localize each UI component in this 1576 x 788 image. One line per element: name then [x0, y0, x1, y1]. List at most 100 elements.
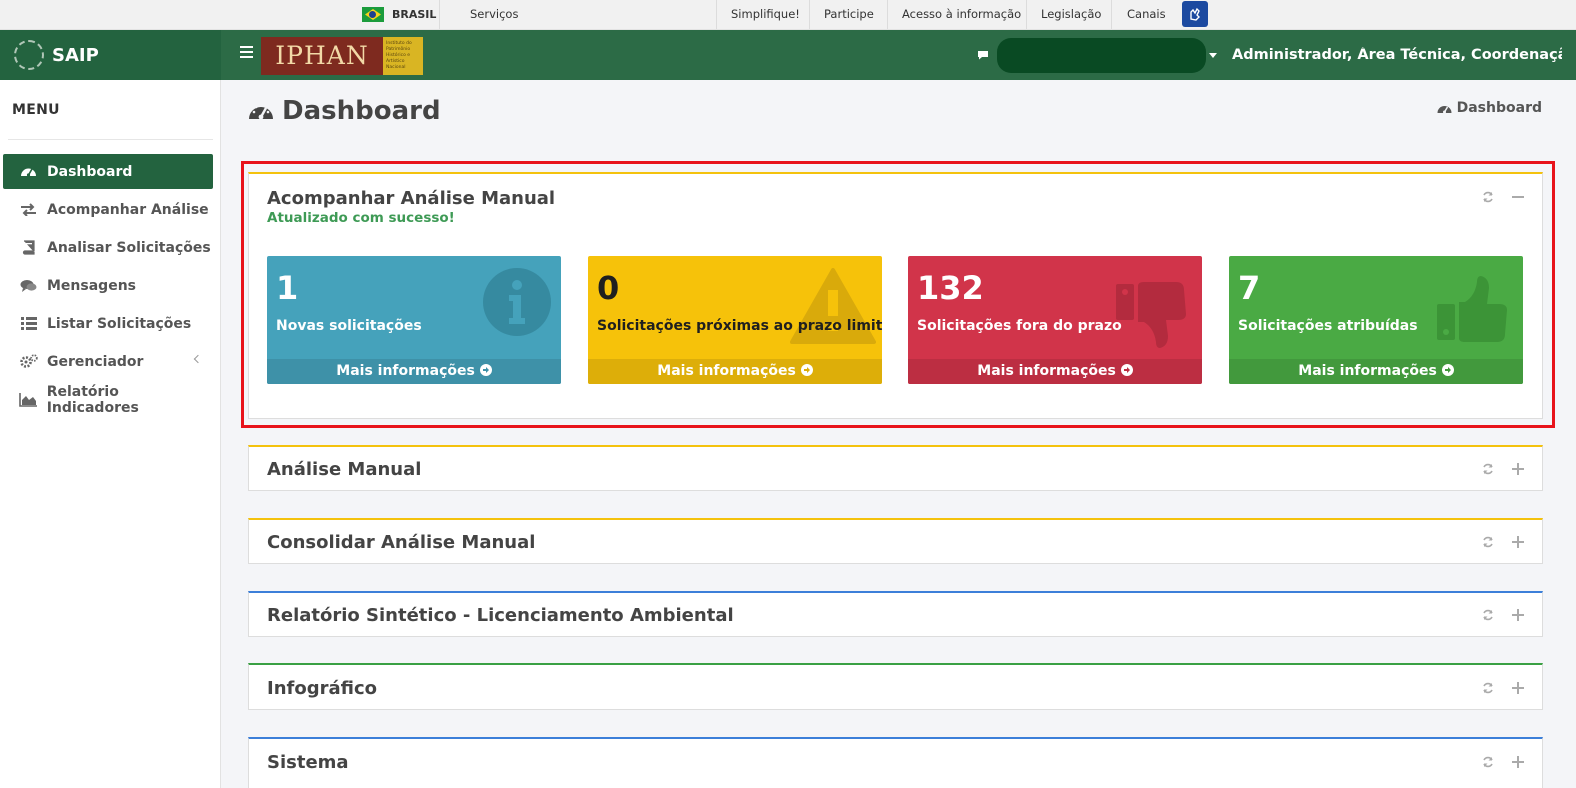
refresh-icon[interactable] [1482, 463, 1494, 475]
sidebar-item-label: Gerenciador [47, 353, 144, 370]
chevron-left-icon[interactable] [193, 354, 203, 364]
refresh-icon[interactable] [1482, 682, 1494, 694]
menu-divider [8, 139, 213, 140]
sidebar-item-acompanhar[interactable]: Acompanhar Análise [3, 192, 213, 227]
caret-down-icon[interactable] [1209, 53, 1217, 58]
sidebar-item-mensagens[interactable]: Mensagens [3, 268, 213, 303]
app-logo[interactable]: SAIP [0, 30, 221, 80]
sidebar-item-label: Mensagens [47, 277, 136, 294]
more-info-label: Mais informações [657, 363, 796, 379]
sidebar-item-label: Dashboard [47, 163, 133, 180]
refresh-icon[interactable] [1482, 756, 1494, 768]
sidebar-item-analisar[interactable]: Analisar Solicitações [3, 230, 213, 265]
menu-title: MENU [12, 102, 60, 118]
sidebar-item-relatorio[interactable]: Relatório Indicadores [3, 382, 213, 417]
divider [809, 0, 810, 29]
stat-box-novas[interactable]: 1 Novas solicitações Mais informações [267, 256, 561, 384]
sign-language-icon[interactable] [1182, 1, 1208, 27]
sidebar-item-label: Relatório Indicadores [46, 383, 139, 416]
collapse-icon[interactable] [1512, 191, 1524, 203]
expand-icon[interactable] [1512, 463, 1524, 475]
stat-value: 132 [917, 269, 984, 307]
emblem-icon [14, 40, 44, 70]
top-navbar: IPHAN Instituto do Patrimônio Histórico … [221, 30, 1576, 80]
panel-tools [1482, 191, 1524, 203]
sidebar-item-listar[interactable]: Listar Solicitações [3, 306, 213, 341]
sidebar-item-gerenciador[interactable]: Gerenciador [3, 344, 213, 379]
brasil-link[interactable]: BRASIL [362, 7, 436, 22]
more-info-link[interactable]: Mais informações [588, 359, 882, 384]
sidebar-item-dashboard[interactable]: Dashboard [3, 154, 213, 189]
more-info-link[interactable]: Mais informações [267, 359, 561, 384]
expand-icon[interactable] [1512, 756, 1524, 768]
stat-value: 7 [1238, 269, 1261, 307]
divider [439, 0, 440, 29]
govbar-link-legislacao[interactable]: Legislação [1041, 7, 1101, 21]
govbar-link-acesso[interactable]: Acesso à informação [902, 7, 1021, 21]
stat-box-fora-prazo[interactable]: 132 Solicitações fora do prazo Mais info… [908, 256, 1202, 384]
panel-analise-manual: Análise Manual [248, 445, 1543, 491]
status-message: Atualizado com sucesso! [267, 210, 455, 226]
expand-icon[interactable] [1512, 609, 1524, 621]
more-info-link[interactable]: Mais informações [1229, 359, 1523, 384]
dashboard-icon [19, 164, 38, 179]
stat-value: 1 [276, 269, 299, 307]
panel-title: Relatório Sintético - Licenciamento Ambi… [267, 605, 734, 626]
iphan-logo-text: IPHAN [275, 41, 369, 70]
refresh-icon[interactable] [1482, 609, 1494, 621]
sidebar-item-label: Listar Solicitações [47, 315, 192, 332]
refresh-icon[interactable] [1482, 536, 1494, 548]
book-icon [19, 240, 38, 255]
thumbs-up-icon [1437, 276, 1507, 342]
thumbs-down-icon [1116, 282, 1186, 348]
chat-icon[interactable] [977, 50, 989, 60]
arrow-circle-right-icon [1120, 364, 1133, 376]
arrow-circle-right-icon [479, 364, 492, 376]
expand-icon[interactable] [1512, 536, 1524, 548]
more-info-label: Mais informações [336, 363, 475, 379]
panel-title: Consolidar Análise Manual [267, 532, 536, 553]
panel-title: Análise Manual [267, 459, 422, 480]
info-icon [483, 268, 551, 336]
gov-bar: BRASIL Serviços Simplifique! Participe A… [0, 0, 1576, 30]
dashboard-icon [1437, 105, 1452, 113]
arrow-circle-right-icon [800, 364, 813, 376]
brasil-label: BRASIL [392, 8, 437, 21]
panel-consolidar-analise: Consolidar Análise Manual [248, 518, 1543, 564]
govbar-link-canais[interactable]: Canais [1127, 7, 1166, 21]
refresh-icon[interactable] [1482, 191, 1494, 203]
panel-tools [1482, 536, 1524, 548]
panel-tools [1482, 682, 1524, 694]
govbar-link-participe[interactable]: Participe [824, 7, 874, 21]
exchange-icon [19, 202, 38, 217]
stat-label: Solicitações atribuídas [1238, 318, 1418, 334]
stat-box-atribuidas[interactable]: 7 Solicitações atribuídas Mais informaçõ… [1229, 256, 1523, 384]
menu-toggle-icon[interactable] [240, 46, 253, 58]
user-roles[interactable]: Administrador, Área Técnica, Coordenação… [1232, 47, 1562, 63]
panel-infografico: Infográfico [248, 663, 1543, 710]
panel-tools [1482, 756, 1524, 768]
user-menu-pill[interactable] [997, 38, 1206, 73]
divider [1026, 0, 1027, 29]
iphan-logo-subtext: Instituto do Patrimônio Histórico e Artí… [383, 37, 423, 75]
services-link[interactable]: Serviços [470, 7, 518, 21]
panel-title: Sistema [267, 752, 349, 773]
page-title: Dashboard [248, 96, 441, 126]
breadcrumb[interactable]: Dashboard [1437, 100, 1542, 116]
more-info-link[interactable]: Mais informações [908, 359, 1202, 384]
expand-icon[interactable] [1512, 682, 1524, 694]
stat-label: Solicitações próximas ao prazo limite [597, 318, 882, 334]
panel-acompanhar-analise: Acompanhar Análise Manual Atualizado com… [248, 172, 1543, 419]
divider [1111, 0, 1112, 29]
gears-icon [19, 354, 38, 369]
govbar-link-simplifique[interactable]: Simplifique! [731, 7, 800, 21]
stat-box-proximas[interactable]: 0 Solicitações próximas ao prazo limite … [588, 256, 882, 384]
breadcrumb-label: Dashboard [1456, 100, 1542, 116]
divider [716, 0, 717, 29]
panel-sistema: Sistema [248, 737, 1543, 788]
app-name: SAIP [52, 44, 99, 66]
panel-title: Infográfico [267, 678, 377, 699]
comments-icon [19, 278, 38, 293]
panel-tools [1482, 463, 1524, 475]
brazil-flag-icon [362, 7, 384, 22]
